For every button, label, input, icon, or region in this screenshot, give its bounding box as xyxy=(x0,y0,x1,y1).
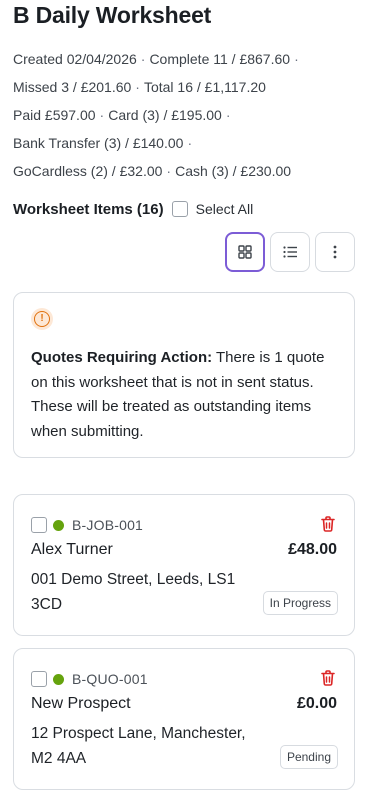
status-dot xyxy=(53,673,64,685)
summary-cash: Cash (3) / £230.00 xyxy=(175,163,292,179)
quotes-action-alert: ! Quotes Requiring Action: There is 1 qu… xyxy=(13,292,355,458)
worksheet-items-title: Worksheet Items (16) xyxy=(13,200,164,218)
customer-name: New Prospect xyxy=(31,695,131,712)
worksheet-summary: Created 02/04/2026 · Complete 11 / £867.60… xyxy=(13,51,299,179)
summary-created: Created 02/04/2026 xyxy=(13,51,137,67)
summary-missed: Missed 3 / £201.60 xyxy=(13,79,132,95)
select-all-checkbox[interactable] xyxy=(171,201,188,217)
customer-address: 12 Prospect Lane, Manchester, M2 4AA xyxy=(31,725,246,767)
item-checkbox[interactable] xyxy=(31,671,47,687)
list-icon xyxy=(282,246,297,258)
status-badge: In Progress xyxy=(262,591,338,615)
item-amount: £48.00 xyxy=(288,541,337,558)
status-dot xyxy=(53,519,64,531)
customer-address: 001 Demo Street, Leeds, LS1 3CD xyxy=(31,571,236,613)
delete-icon[interactable] xyxy=(319,515,337,533)
alert-title: Quotes Requiring Action: xyxy=(31,349,213,366)
worksheet-item-card[interactable]: B-JOB-001 Alex Turner £48.00 001 Demo St… xyxy=(13,494,355,636)
page-title: B Daily Worksheet xyxy=(13,2,212,28)
worksheet-item-card[interactable]: B-QUO-001 New Prospect £0.00 12 Prospect… xyxy=(13,648,355,790)
more-options-button[interactable] xyxy=(315,232,355,272)
status-badge: Pending xyxy=(279,745,338,769)
item-checkbox[interactable] xyxy=(31,517,47,533)
more-vertical-icon xyxy=(333,245,337,259)
summary-total: Total 16 / £1,117.20 xyxy=(143,79,266,95)
worksheet-items-header: Worksheet Items (16) Select All xyxy=(13,198,253,220)
item-reference: B-QUO-001 xyxy=(72,671,148,687)
grid-view-button[interactable] xyxy=(225,232,265,272)
customer-name: Alex Turner xyxy=(31,541,113,558)
alert-message: Quotes Requiring Action: There is 1 quot… xyxy=(31,346,341,444)
summary-paid: Paid £597.00 xyxy=(13,107,96,123)
summary-bank-transfer: Bank Transfer (3) / £140.00 xyxy=(13,135,184,151)
item-amount: £0.00 xyxy=(296,695,337,712)
select-all-label: Select All xyxy=(195,201,254,217)
select-all-control[interactable]: Select All xyxy=(171,201,254,217)
grid-icon xyxy=(238,245,252,259)
list-view-button[interactable] xyxy=(270,232,310,272)
item-reference: B-JOB-001 xyxy=(72,517,144,533)
summary-complete: Complete 11 / £867.60 xyxy=(149,51,291,67)
delete-icon[interactable] xyxy=(319,669,337,687)
summary-gocardless: GoCardless (2) / £32.00 xyxy=(13,163,163,179)
warning-circle-icon: ! xyxy=(31,308,53,330)
summary-card: Card (3) / £195.00 xyxy=(108,107,222,123)
